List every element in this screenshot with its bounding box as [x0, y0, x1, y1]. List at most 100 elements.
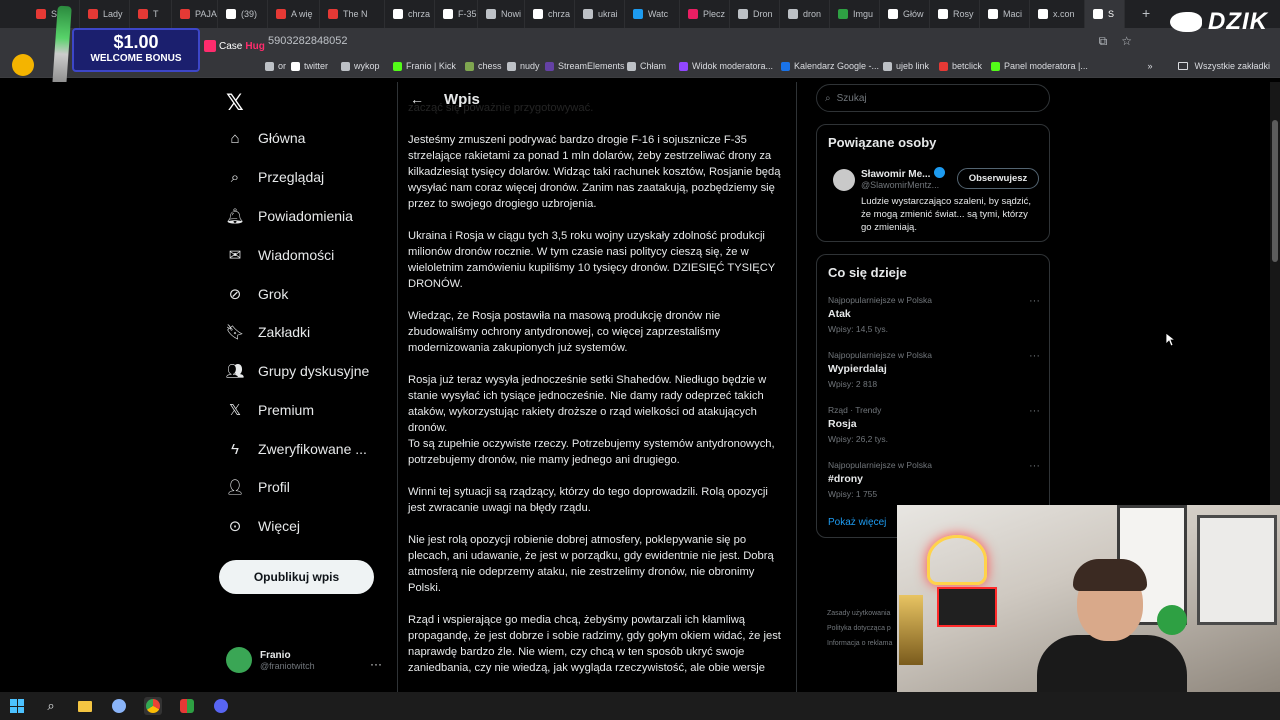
browser-tab[interactable]: Głów [880, 0, 930, 28]
x-icon: 𝕏 [228, 402, 242, 419]
file-explorer-icon[interactable] [76, 697, 94, 715]
trend-item[interactable]: Najpopularniejsze w Polska Atak Wpisy: 14,… [828, 295, 1040, 334]
new-tab-button[interactable]: + [1134, 5, 1158, 21]
nav-item-11[interactable]: ⊙ Więcej [226, 511, 300, 541]
tab-label: Imgu [853, 9, 874, 19]
bookmark-item[interactable]: twitter [284, 61, 335, 71]
browser-tab[interactable]: Maci [980, 0, 1030, 28]
all-bookmarks-link[interactable]: Wszystkie zakładki [1194, 61, 1270, 71]
avatar [226, 647, 252, 673]
nav-item-10[interactable]: 👤︎ Profil [225, 472, 289, 502]
browser-tab[interactable]: F-35 [435, 0, 478, 28]
back-arrow-icon[interactable]: ← [410, 91, 424, 107]
nav-item-4[interactable]: ✉ Wiadomości [226, 240, 335, 270]
trend-item[interactable]: Najpopularniejsze w Polska Wypierdalaj Wpi… [828, 350, 1040, 389]
person-handle: @SlawomirMentz... [861, 180, 940, 190]
ad-subtitle: WELCOME BONUS [90, 53, 182, 64]
tab-label: A wię [291, 9, 313, 19]
bookmark-item[interactable]: wykop [334, 61, 387, 71]
browser-tab[interactable]: Imgu [830, 0, 880, 28]
chrome-icon[interactable] [144, 697, 162, 715]
bookmark-icon: 🔖︎ [225, 324, 245, 341]
nav-item-8[interactable]: 𝕏 Premium [226, 395, 314, 425]
discord-icon[interactable] [212, 697, 230, 715]
more-options-icon[interactable]: ··· [1029, 460, 1040, 472]
trend-item[interactable]: Najpopularniejsze w Polska #drony Wpisy: 1… [828, 460, 1040, 499]
people-icon: 👥︎ [225, 363, 245, 380]
bookmark-star-icon[interactable]: ☆ [1121, 34, 1132, 49]
trend-item[interactable]: Rząd · Trendy Rosja Wpisy: 26,2 tys. ··· [828, 405, 1040, 444]
bookmark-item[interactable]: Panel moderatora |... [984, 61, 1095, 71]
nav-item-2[interactable]: ⌕ Przeglądaj [226, 162, 324, 192]
show-more-link[interactable]: Pokaż więcej [828, 517, 886, 528]
browser-tab[interactable]: A wię [268, 0, 320, 28]
bookmark-item[interactable]: Widok moderatora... [672, 61, 780, 71]
nav-item-9[interactable]: ϟ Zweryfikowane ... [226, 434, 367, 464]
footer-link[interactable]: Zasady użytkowania [827, 606, 892, 621]
more-options-icon[interactable]: ··· [1029, 405, 1040, 417]
bookmark-item[interactable]: Franio | Kick [386, 61, 463, 71]
related-title: Powiązane osoby [828, 135, 937, 150]
browser-tab[interactable]: chrza [385, 0, 435, 28]
tab-favicon-icon [633, 9, 643, 19]
browser-tab[interactable]: Rosy [930, 0, 980, 28]
bookmark-item[interactable]: Chłam [620, 61, 673, 71]
browser-tab[interactable]: chrza [525, 0, 575, 28]
search-input[interactable]: ⌕ Szukaj [816, 84, 1050, 112]
bookmark-item[interactable]: StreamElements [538, 61, 632, 71]
bookmark-favicon-icon [627, 61, 636, 71]
tab-favicon-icon [888, 9, 898, 19]
more-options-icon[interactable]: ··· [1029, 295, 1040, 307]
wall-picture [1197, 515, 1277, 625]
browser-tab[interactable]: dron [780, 0, 830, 28]
search-icon[interactable]: ⌕ [42, 697, 60, 715]
nav-item-6[interactable]: 🔖︎ Zakładki [225, 317, 310, 347]
footer-link[interactable]: Informacja o reklama [827, 636, 892, 651]
browser-tab[interactable]: Dron [730, 0, 780, 28]
windows-start-icon[interactable] [8, 697, 26, 715]
install-app-icon[interactable]: ⧉ [1099, 34, 1108, 49]
trends-title: Co się dzieje [828, 265, 907, 280]
account-more-icon[interactable]: ··· [370, 657, 382, 671]
url-text[interactable]: 5903282848052 [268, 35, 348, 47]
person-name[interactable]: Sławomir Me... [861, 167, 946, 180]
shelf [937, 587, 997, 627]
app-icon[interactable] [110, 697, 128, 715]
browser-tab[interactable]: Nowi [478, 0, 525, 28]
tab-favicon-icon [938, 9, 948, 19]
bookmark-item[interactable]: Kalendarz Google -... [774, 61, 886, 71]
nav-item-label: Powiadomienia [258, 208, 353, 224]
obs-icon[interactable] [178, 697, 196, 715]
trend-context: Najpopularniejsze w Polska [828, 295, 932, 305]
browser-tab[interactable]: Watc [625, 0, 680, 28]
bookmark-label: twitter [304, 61, 329, 71]
nav-item-7[interactable]: 👥︎ Grupy dyskusyjne [225, 356, 369, 386]
bookmark-favicon-icon [991, 61, 1000, 71]
scrollbar-thumb[interactable] [1272, 120, 1278, 262]
x-logo-icon[interactable]: 𝕏 [226, 90, 244, 116]
nav-item-label: Zweryfikowane ... [258, 441, 367, 457]
browser-tab[interactable]: ukrai [575, 0, 625, 28]
bookmark-item[interactable]: betclick [932, 61, 989, 71]
follow-button[interactable]: Obserwujesz [957, 168, 1039, 189]
brand-name: DZIK [1208, 8, 1268, 35]
browser-tab[interactable]: S [1085, 0, 1125, 28]
ad-logo-text-accent: Hug [245, 40, 265, 52]
nav-item-1[interactable]: ⌂ Główna [226, 123, 305, 153]
post-button[interactable]: Opublikuj wpis [219, 560, 374, 594]
browser-tab[interactable]: The N [320, 0, 385, 28]
avatar[interactable] [833, 169, 855, 191]
bookmark-label: betclick [952, 61, 983, 71]
more-options-icon[interactable]: ··· [1029, 350, 1040, 362]
nav-item-5[interactable]: ⊘ Grok [226, 279, 289, 309]
footer-link[interactable]: Polityka dotycząca p [827, 621, 892, 636]
browser-tab[interactable]: x.con [1030, 0, 1085, 28]
bookmark-favicon-icon [545, 61, 554, 71]
person-bio: Ludzie wystarczająco szaleni, by sądzić,… [861, 196, 1032, 233]
bookmarks-more-icon[interactable]: » [1147, 61, 1152, 71]
browser-tab[interactable]: Plecz [680, 0, 730, 28]
trend-count: Wpisy: 26,2 tys. [828, 434, 888, 444]
nav-item-3[interactable]: 🔔︎ Powiadomienia [225, 201, 353, 231]
account-switcher[interactable]: Franio @franiotwitch [226, 647, 315, 673]
bookmark-item[interactable]: ujeb link [876, 61, 936, 71]
